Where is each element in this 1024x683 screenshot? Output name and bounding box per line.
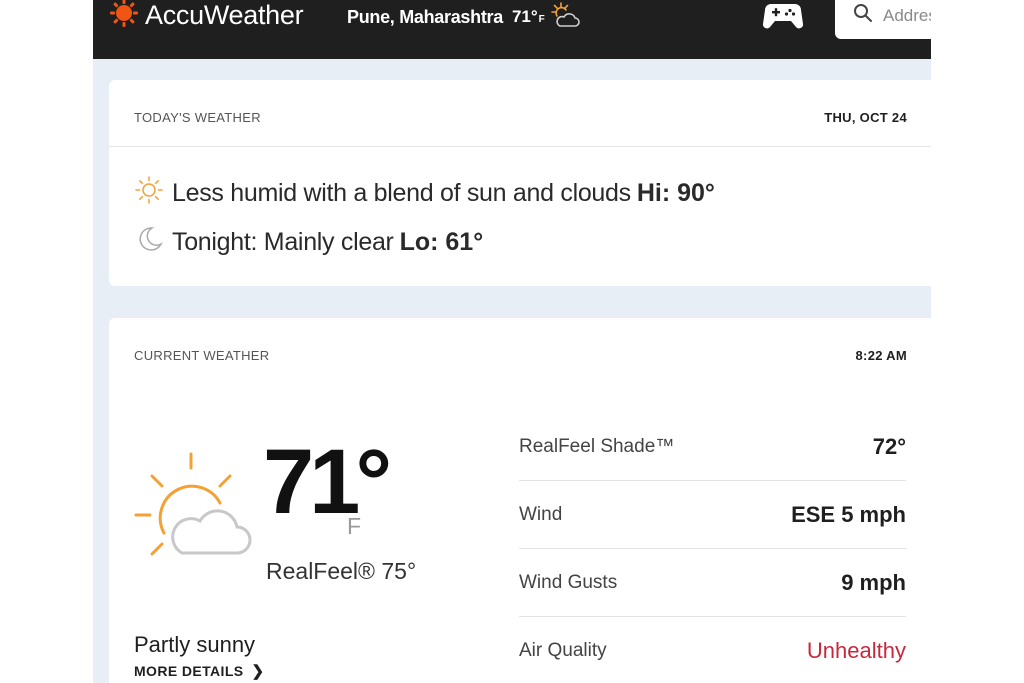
detail-label: Air Quality: [519, 639, 607, 661]
detail-label: Wind: [519, 503, 563, 525]
detail-row: RealFeel Shade™ 72°: [519, 413, 906, 481]
current-weather-header: CURRENT WEATHER 8:22 AM: [134, 348, 907, 363]
games-button[interactable]: [762, 0, 804, 37]
brand-name: AccuWeather: [145, 0, 304, 30]
weather-details: RealFeel Shade™ 72° Wind ESE 5 mph Wind …: [519, 413, 906, 683]
search-icon: [853, 3, 873, 28]
location-name: Pune, Maharashtra: [347, 6, 503, 27]
night-low: Lo: 61°: [399, 228, 484, 256]
day-forecast: Less humid with a blend of sun and cloud…: [134, 175, 715, 212]
partly-cloudy-icon: [549, 1, 581, 34]
detail-row: Wind ESE 5 mph: [519, 481, 906, 549]
today-weather-card[interactable]: TODAY'S WEATHER THU, OCT 24 Less humid w…: [109, 80, 931, 286]
more-details-link[interactable]: MORE DETAILS ❯: [134, 662, 265, 680]
air-quality-value: Unhealthy: [806, 637, 906, 663]
detail-row: Wind Gusts 9 mph: [519, 549, 906, 617]
current-temp: 71°: [263, 431, 392, 533]
detail-value: 72°: [872, 433, 906, 459]
detail-value: 9 mph: [841, 569, 906, 595]
top-bar: AccuWeather Pune, Maharashtra 71° F: [93, 0, 931, 59]
divider: [109, 146, 931, 147]
detail-label: Wind Gusts: [519, 571, 618, 593]
current-temp-unit: F: [347, 513, 362, 539]
current-weather-card[interactable]: CURRENT WEATHER 8:22 AM 71° F RealFeel® …: [109, 318, 931, 683]
location-temp: 71°: [511, 7, 538, 26]
sun-icon: [134, 175, 164, 212]
night-forecast-text: Tonight: Mainly clear: [172, 228, 394, 256]
current-weather-title: CURRENT WEATHER: [134, 348, 270, 363]
current-time: 8:22 AM: [855, 348, 907, 363]
detail-row: Air Quality Unhealthy: [519, 617, 906, 683]
day-high: Hi: 90°: [636, 179, 715, 207]
game-controller-icon: [762, 4, 804, 36]
moon-icon: [134, 224, 164, 261]
night-forecast: Tonight: Mainly clear Lo: 61°: [134, 224, 483, 261]
location-unit: F: [538, 13, 545, 25]
sun-logo-icon: [109, 0, 139, 33]
brand-logo[interactable]: AccuWeather: [109, 0, 304, 33]
search-input[interactable]: [883, 5, 931, 26]
page: AccuWeather Pune, Maharashtra 71° F Addr…: [93, 0, 931, 683]
weather-phrase: Partly sunny: [134, 632, 256, 657]
more-details-label: MORE DETAILS: [134, 663, 244, 679]
partly-sunny-icon: [134, 451, 254, 571]
today-weather-header: TODAY'S WEATHER THU, OCT 24: [134, 110, 907, 125]
today-date: THU, OCT 24: [824, 110, 907, 125]
detail-label: RealFeel Shade™: [519, 435, 675, 457]
search-box[interactable]: [835, 0, 931, 39]
day-forecast-text: Less humid with a blend of sun and cloud…: [172, 179, 631, 207]
today-weather-title: TODAY'S WEATHER: [134, 110, 261, 125]
current-location[interactable]: Pune, Maharashtra 71° F: [347, 1, 581, 34]
realfeel-temp: RealFeel® 75°: [266, 558, 417, 584]
detail-value: ESE 5 mph: [791, 501, 906, 527]
chevron-right-icon: ❯: [251, 663, 265, 680]
